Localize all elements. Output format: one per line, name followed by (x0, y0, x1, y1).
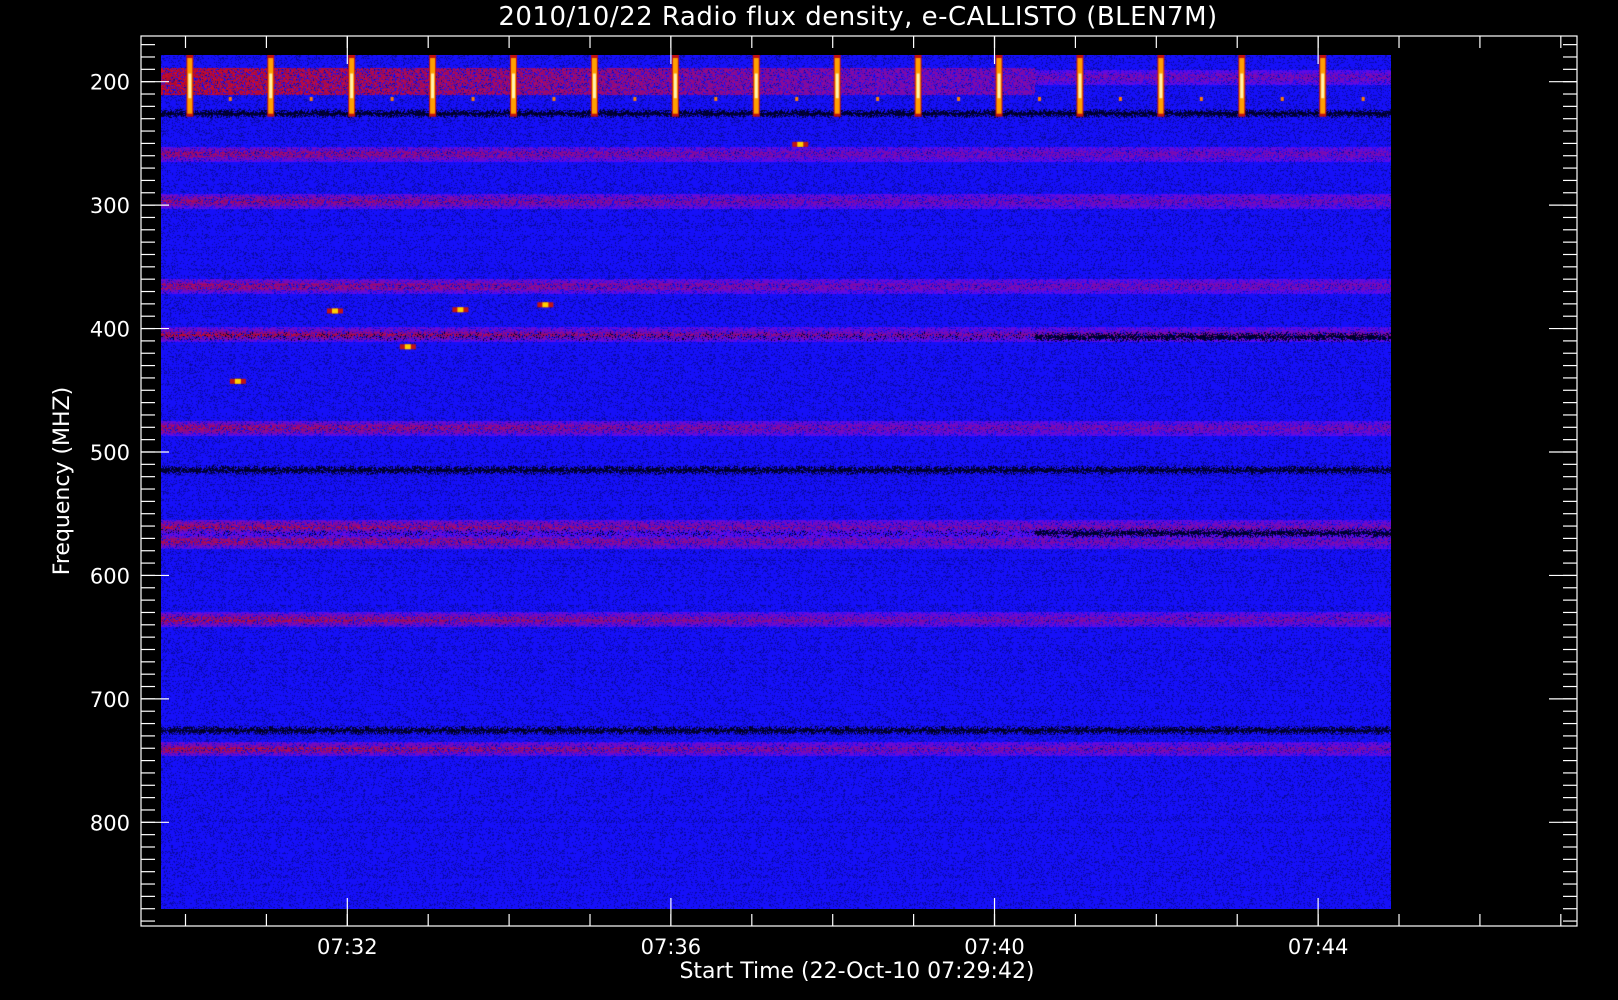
chart-title: 2010/10/22 Radio flux density, e-CALLIST… (498, 2, 1217, 32)
x-tick-label: 07:44 (1288, 935, 1349, 959)
heatmap-canvas-holder (161, 54, 1392, 909)
x-tick-label: 07:40 (964, 935, 1025, 959)
y-tick-label: 800 (90, 811, 130, 835)
x-tick-label: 07:32 (317, 935, 378, 959)
x-axis-label: Start Time (22-Oct-10 07:29:42) (679, 959, 1034, 984)
x-tick-label: 07:36 (641, 935, 702, 959)
y-tick-label: 700 (90, 688, 130, 712)
y-tick-label: 500 (90, 441, 130, 465)
spectrogram-chart: 2010/10/22 Radio flux density, e-CALLIST… (50, 2, 1578, 984)
y-tick-label: 300 (90, 194, 130, 218)
spectrogram-heatmap (161, 54, 1392, 909)
y-tick-label: 200 (90, 71, 130, 95)
y-tick-label: 400 (90, 318, 130, 342)
y-tick-label: 600 (90, 564, 130, 588)
y-axis-label: Frequency (MHZ) (50, 387, 75, 575)
